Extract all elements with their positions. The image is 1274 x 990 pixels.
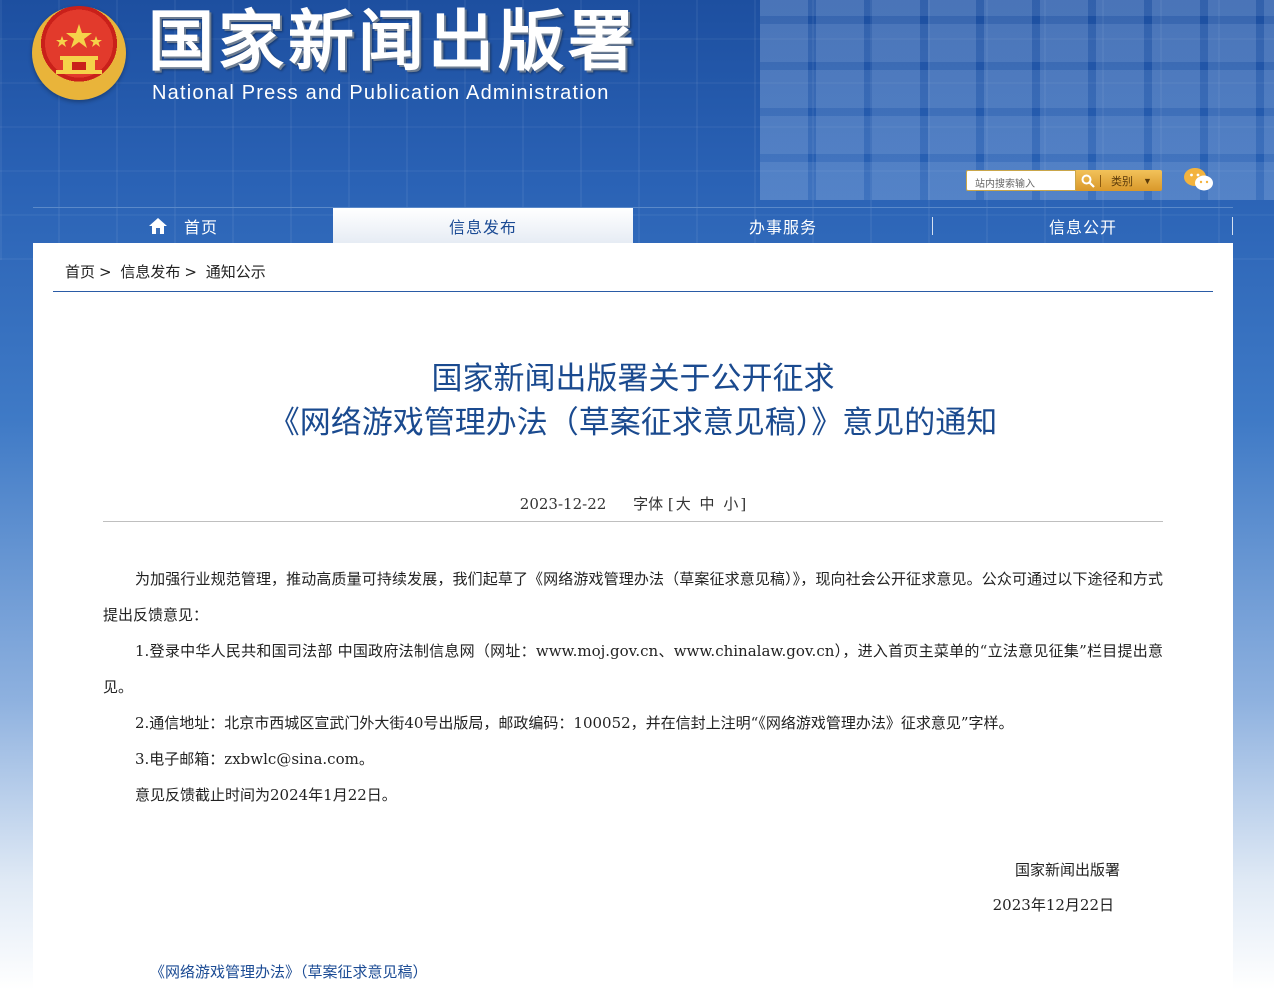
nav-item-info-release[interactable]: 信息发布 — [333, 208, 633, 243]
nav-item-services[interactable]: 办事服务 — [633, 208, 933, 243]
nav-item-label: 办事服务 — [749, 214, 817, 238]
article-body: 为加强行业规范管理，推动高质量可持续发展，我们起草了《网络游戏管理办法（草案征求… — [103, 561, 1163, 813]
article-paragraph: 1.登录中华人民共和国司法部 中国政府法制信息网（网址：www.moj.gov.… — [103, 633, 1163, 705]
site-title: 国家新闻出版署 — [148, 2, 638, 82]
breadcrumb-home[interactable]: 首页 — [65, 263, 95, 281]
breadcrumb-info-release[interactable]: 信息发布 — [120, 263, 180, 281]
font-size-large-button[interactable]: 大 — [674, 495, 693, 513]
nav-item-label: 信息发布 — [449, 214, 517, 238]
font-size-small-button[interactable]: 小 — [721, 495, 740, 513]
attachment-link[interactable]: 《网络游戏管理办法》（草案征求意见稿） — [150, 961, 428, 982]
font-size-bracket: ] — [740, 495, 746, 513]
breadcrumb-notices[interactable]: 通知公示 — [206, 263, 266, 281]
national-emblem-icon — [32, 6, 126, 100]
font-size-bracket: [ — [668, 495, 674, 513]
font-size-label: 字体 — [633, 495, 663, 513]
font-size-medium-button[interactable]: 中 — [698, 495, 717, 513]
breadcrumb-separator: > — [99, 263, 112, 281]
main-nav: 首页 信息发布 办事服务 信息公开 — [33, 207, 1233, 243]
meta-divider — [103, 521, 1163, 522]
nav-divider — [1232, 217, 1233, 235]
site-subtitle: National Press and Publication Administr… — [152, 82, 610, 105]
article-title-line1: 国家新闻出版署关于公开征求 — [33, 353, 1233, 398]
nav-item-label: 首页 — [184, 214, 218, 238]
article-meta: 2023-12-22 字体 [大 中 小] — [33, 493, 1233, 514]
nav-item-label: 信息公开 — [1049, 214, 1117, 238]
article-paragraph: 3.电子邮箱：zxbwlc@sina.com。 — [103, 741, 1163, 777]
breadcrumb-divider — [53, 291, 1213, 292]
nav-item-home[interactable]: 首页 — [33, 208, 333, 243]
article-paragraph: 2.通信地址：北京市西城区宣武门外大街40号出版局，邮政编码：100052，并在… — [103, 705, 1163, 741]
breadcrumb-separator: > — [184, 263, 197, 281]
wechat-icon[interactable] — [1183, 166, 1215, 194]
nav-item-info-disclosure[interactable]: 信息公开 — [933, 208, 1233, 243]
magnifier-icon — [1081, 174, 1095, 188]
search-separator — [1100, 175, 1101, 187]
home-icon — [148, 217, 168, 235]
category-select[interactable]: 类别 — [1111, 173, 1133, 189]
content-panel: 首页> 信息发布> 通知公示 国家新闻出版署关于公开征求 《网络游戏管理办法（草… — [33, 243, 1233, 990]
search-controls: 类别 ▼ — [1076, 170, 1162, 191]
article-title-line2: 《网络游戏管理办法（草案征求意见稿）》意见的通知 — [33, 397, 1233, 442]
caret-down-icon[interactable]: ▼ — [1143, 176, 1152, 186]
publish-date: 2023-12-22 — [520, 495, 606, 513]
breadcrumb: 首页> 信息发布> 通知公示 — [65, 261, 270, 282]
search-input[interactable]: 站内搜索输入 — [966, 170, 1076, 191]
signature-date: 2023年12月22日 — [993, 888, 1114, 923]
article-paragraph: 意见反馈截止时间为2024年1月22日。 — [103, 777, 1163, 813]
signature-org: 国家新闻出版署 — [993, 853, 1120, 888]
search-button[interactable] — [1076, 174, 1100, 188]
article-paragraph: 为加强行业规范管理，推动高质量可持续发展，我们起草了《网络游戏管理办法（草案征求… — [103, 561, 1163, 633]
signature-block: 国家新闻出版署 2023年12月22日 — [993, 853, 1120, 923]
